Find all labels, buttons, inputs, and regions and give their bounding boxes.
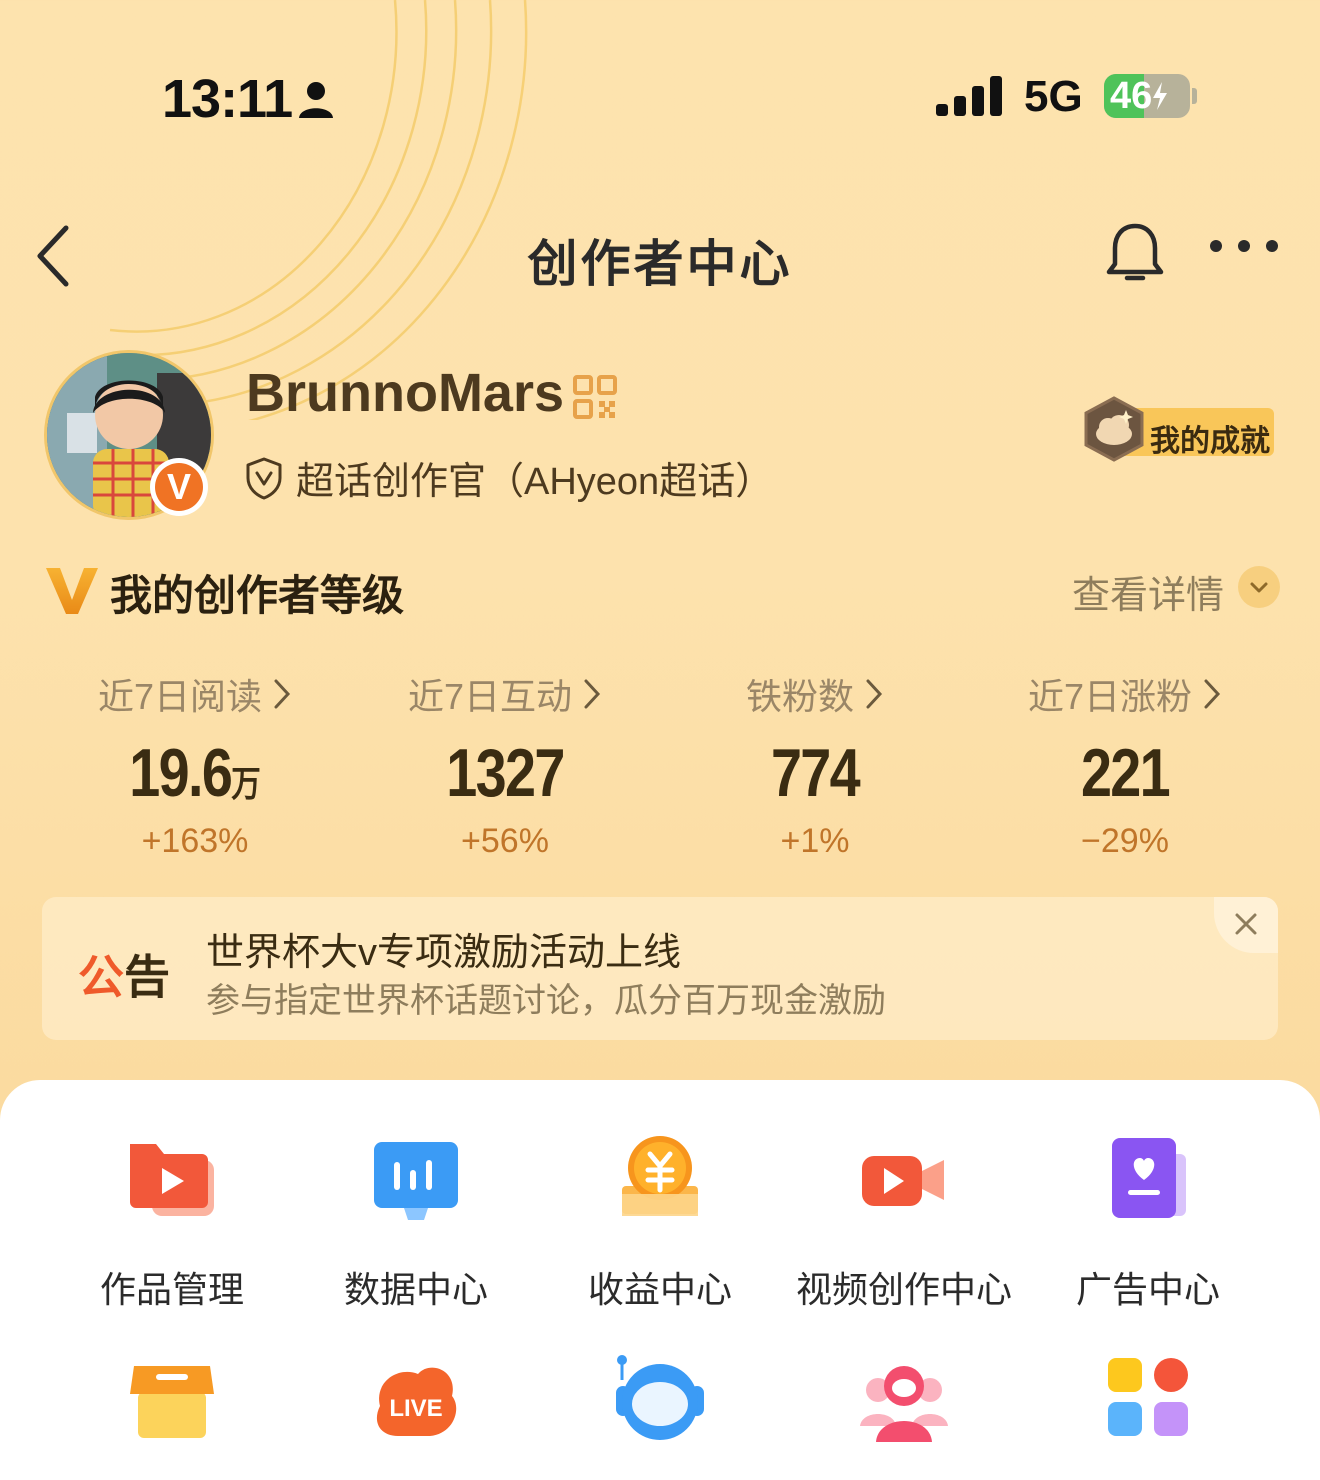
- svg-text:LIVE: LIVE: [389, 1395, 442, 1422]
- status-bar: 13:11 5G 46: [0, 60, 1320, 140]
- ad-book-icon: [1112, 1138, 1186, 1218]
- person-icon: [299, 82, 333, 118]
- status-time: 13:11: [162, 69, 293, 129]
- tool-live[interactable]: LIVE: [294, 1352, 538, 1457]
- data-chart-icon: [374, 1142, 458, 1220]
- tool-customer-service[interactable]: [538, 1352, 782, 1457]
- more-icon[interactable]: [1208, 236, 1280, 256]
- tool-video-creation-center[interactable]: 视频创作中心: [782, 1130, 1026, 1313]
- chevron-right-icon: [274, 679, 291, 709]
- achievement-label: 我的成就: [1150, 425, 1270, 458]
- stat-change: +163%: [141, 822, 249, 860]
- network-type: 5G: [1024, 72, 1083, 121]
- stat-value: 19.6万: [129, 735, 261, 811]
- stat-label: 近7日互动: [408, 668, 602, 720]
- tools-panel: 作品管理 数据中心 收益中心 视频创作中心 广告中心 LIVE: [0, 1080, 1320, 1480]
- tool-ad-center[interactable]: 广告中心: [1026, 1130, 1270, 1313]
- qr-code-icon[interactable]: [572, 374, 618, 420]
- tool-label: 作品管理: [99, 1269, 244, 1310]
- close-icon: [1235, 913, 1257, 935]
- tool-label: 数据中心: [343, 1269, 488, 1310]
- stat-change: +1%: [780, 822, 850, 860]
- tool-more-apps[interactable]: [1026, 1352, 1270, 1457]
- tool-shop[interactable]: [50, 1352, 294, 1457]
- tool-label: 收益中心: [587, 1269, 732, 1310]
- level-header: 我的创作者等级 查看详情: [44, 560, 1284, 620]
- stats-row: 近7日阅读 19.6万 +163% 近7日互动 1327 +56% 铁粉数 77…: [40, 668, 1280, 868]
- works-folder-icon: [130, 1144, 214, 1216]
- view-details-link[interactable]: 查看详情: [1072, 564, 1224, 619]
- stat-new-followers[interactable]: 近7日涨粉 221 −29%: [970, 668, 1280, 868]
- tool-revenue-center[interactable]: 收益中心: [538, 1130, 782, 1313]
- battery-indicator: 46: [1104, 74, 1190, 118]
- level-title: 我的创作者等级: [110, 572, 405, 619]
- stat-change: +56%: [461, 822, 549, 860]
- stat-value: 221: [1080, 735, 1171, 811]
- stat-change: −29%: [1081, 822, 1169, 860]
- announcement-subtitle: 参与指定世界杯话题讨论，瓜分百万现金激励: [206, 982, 886, 1020]
- astronaut-icon: [616, 1355, 704, 1440]
- verified-badge: V: [150, 458, 208, 516]
- announcement-tag: 公告: [78, 951, 170, 1003]
- yuan-coin-icon: [622, 1136, 698, 1216]
- stat-value: 774: [770, 735, 861, 811]
- chevron-right-icon: [866, 679, 883, 709]
- v-level-icon: [46, 568, 98, 614]
- people-icon: [860, 1366, 948, 1442]
- live-icon: LIVE: [376, 1367, 457, 1436]
- bell-icon[interactable]: [1100, 218, 1170, 288]
- stat-iron-fans[interactable]: 铁粉数 774 +1%: [660, 668, 970, 868]
- battery-level: 46: [1110, 75, 1168, 118]
- tool-label: 广告中心: [1075, 1269, 1220, 1310]
- tool-fans[interactable]: [782, 1352, 1026, 1457]
- stat-reads[interactable]: 近7日阅读 19.6万 +163%: [40, 668, 350, 868]
- stat-interactions[interactable]: 近7日互动 1327 +56%: [350, 668, 660, 868]
- expand-button[interactable]: [1238, 566, 1280, 608]
- stat-label: 铁粉数: [746, 668, 884, 720]
- nav-bar: 创作者中心: [0, 210, 1320, 300]
- close-button[interactable]: [1214, 897, 1278, 953]
- signal-icon: [936, 76, 1002, 116]
- video-camera-icon: [862, 1156, 944, 1206]
- role-text: 超话创作官（AHyeon超话）: [296, 461, 774, 503]
- announcement-banner[interactable]: 公告 世界杯大v专项激励活动上线 参与指定世界杯话题讨论，瓜分百万现金激励: [42, 897, 1278, 1040]
- stat-label: 近7日阅读: [98, 668, 292, 720]
- chevron-right-icon: [1204, 679, 1221, 709]
- chevron-down-icon: [1250, 582, 1268, 593]
- tool-works-management[interactable]: 作品管理: [50, 1130, 294, 1313]
- announcement-title: 世界杯大v专项激励活动上线: [206, 932, 682, 974]
- username[interactable]: BrunnoMars: [246, 362, 564, 424]
- battery-tip: [1192, 88, 1197, 104]
- charging-bolt-icon: [1153, 82, 1168, 110]
- shield-icon: [246, 457, 282, 499]
- tool-data-center[interactable]: 数据中心: [294, 1130, 538, 1313]
- achievement-badge-icon: [1084, 396, 1144, 462]
- achievement-button[interactable]: 我的成就: [1082, 396, 1274, 462]
- apps-grid-icon: [1108, 1358, 1188, 1436]
- chevron-right-icon: [584, 679, 601, 709]
- stat-label: 近7日涨粉: [1028, 668, 1222, 720]
- stat-value: 1327: [446, 735, 565, 811]
- shop-icon: [130, 1366, 214, 1438]
- role-label[interactable]: 超话创作官（AHyeon超话）: [244, 450, 773, 505]
- tool-label: 视频创作中心: [795, 1269, 1012, 1310]
